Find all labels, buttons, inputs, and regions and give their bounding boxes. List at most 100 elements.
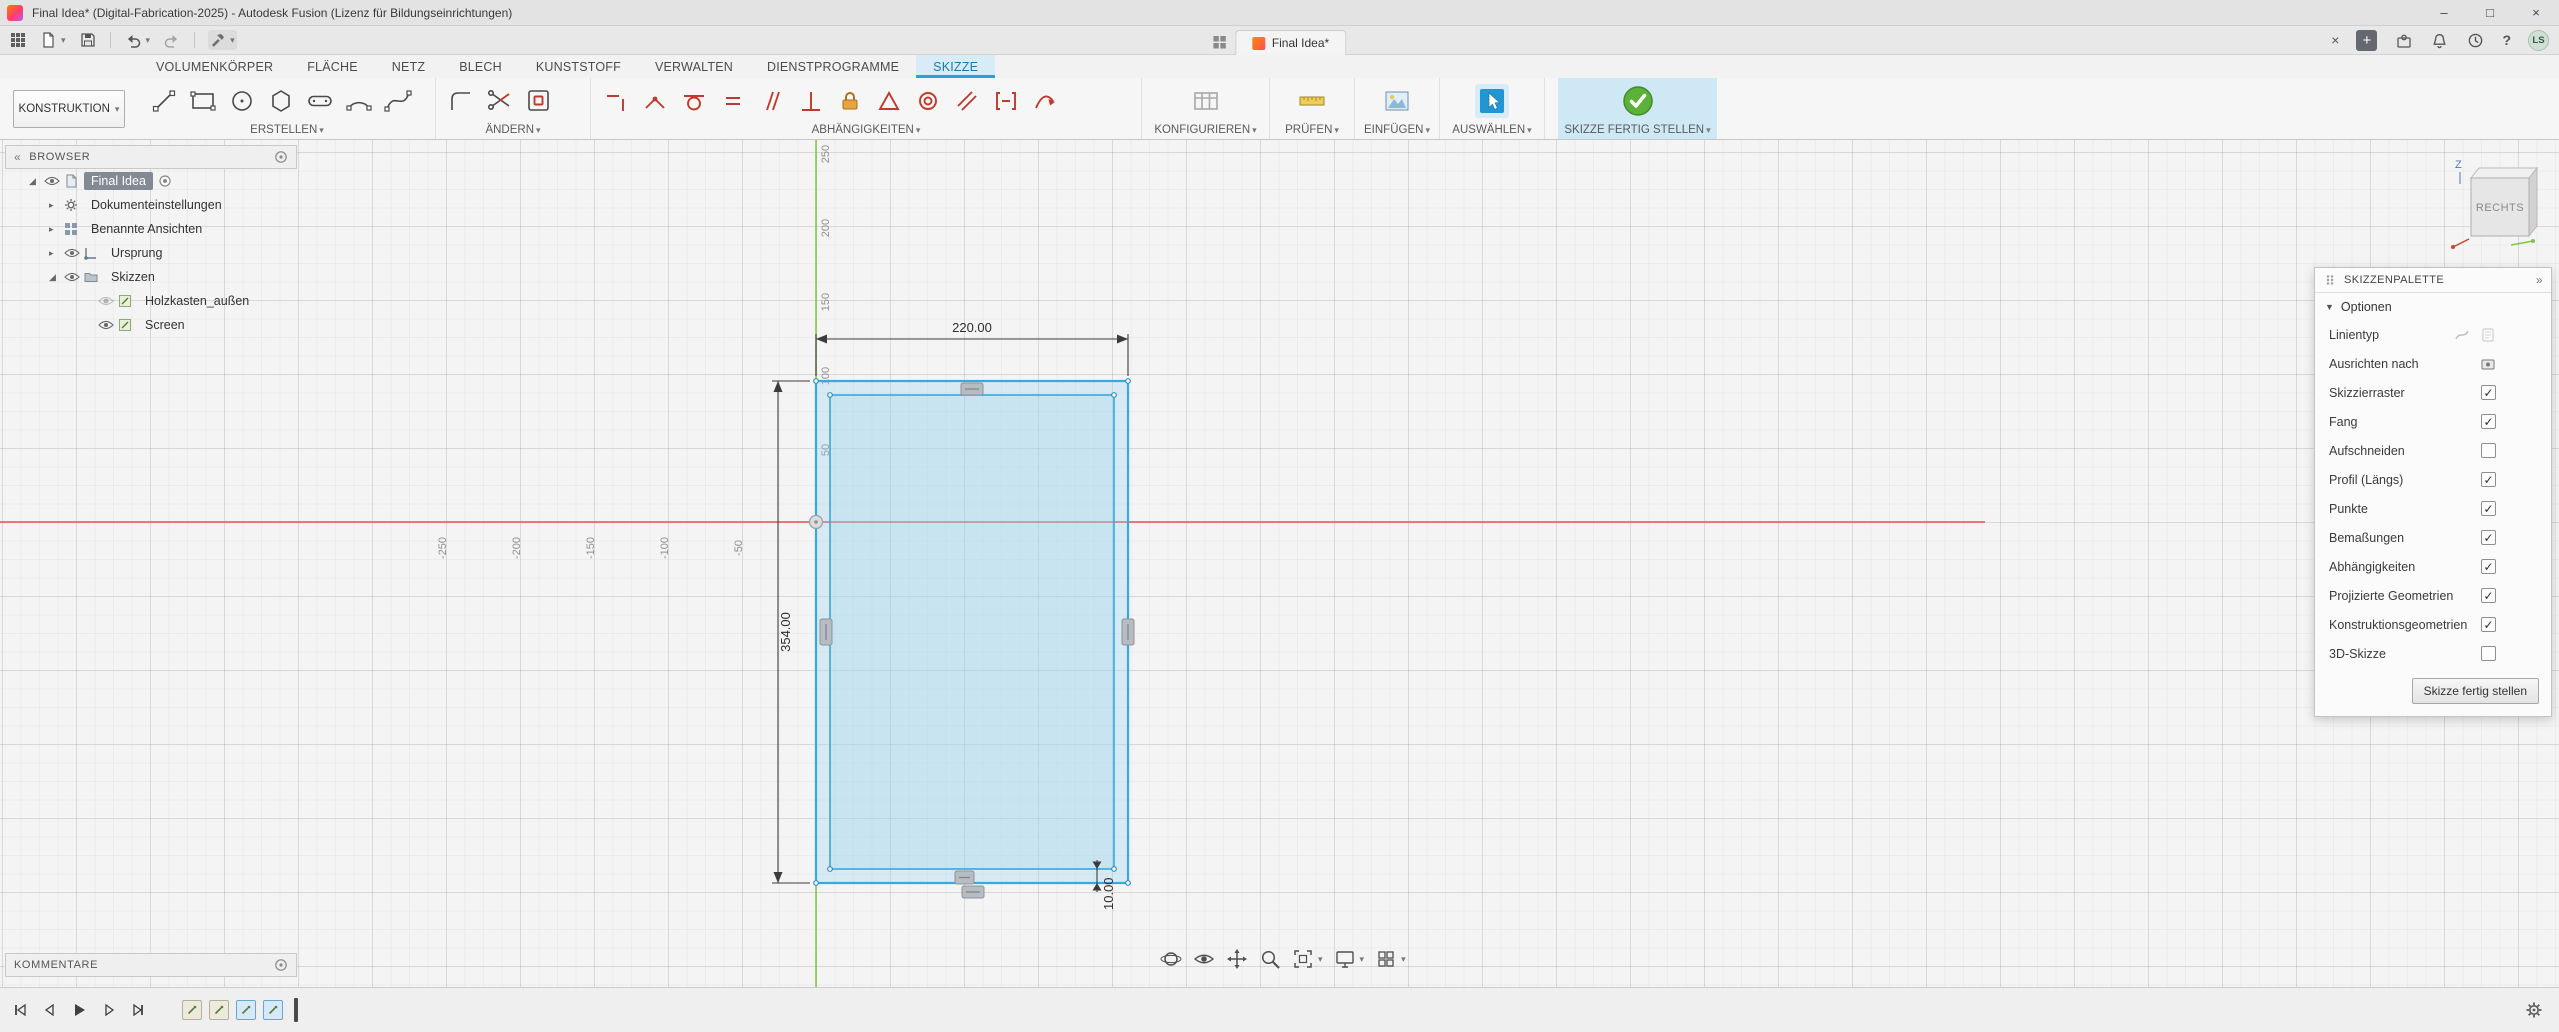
- checkbox-3d-skizze[interactable]: [2481, 646, 2496, 661]
- browser-item-label[interactable]: Skizzen: [104, 268, 162, 286]
- expand-arrow-icon[interactable]: ▸: [49, 200, 64, 211]
- timeline-settings-gear-icon[interactable]: [2525, 1001, 2543, 1019]
- browser-item-final-idea[interactable]: ◢Final Idea: [5, 169, 297, 193]
- configure-table-icon[interactable]: [1189, 84, 1223, 118]
- viewcube-top-face[interactable]: [2471, 168, 2537, 178]
- constraint-tangent-icon[interactable]: [677, 84, 711, 118]
- trim-tool-icon[interactable]: [483, 84, 517, 118]
- checkbox-skizzierraster[interactable]: ✓: [2481, 385, 2496, 400]
- aendern-menu[interactable]: ÄNDERN▾: [436, 124, 590, 136]
- fit-icon[interactable]: ▾: [1292, 948, 1323, 970]
- ribbon-tab-dienstprogramme[interactable]: DIENSTPROGRAMME: [750, 55, 916, 78]
- constraint-curvature-icon[interactable]: [1028, 84, 1062, 118]
- line-tool-icon[interactable]: [147, 84, 181, 118]
- fertig-stellen-menu[interactable]: SKIZZE FERTIG STELLEN▾: [1558, 124, 1717, 136]
- palette-header[interactable]: SKIZZENPALETTE »: [2315, 268, 2551, 293]
- auswaehlen-menu[interactable]: AUSWÄHLEN▾: [1440, 124, 1544, 136]
- ribbon-tab-verwalten[interactable]: VERWALTEN: [638, 55, 750, 78]
- ribbon-tab-blech[interactable]: BLECH: [442, 55, 519, 78]
- file-menu-icon[interactable]: ▾: [39, 31, 66, 49]
- browser-header[interactable]: « BROWSER: [5, 145, 297, 169]
- spline-tool-icon[interactable]: [381, 84, 415, 118]
- dimension-height[interactable]: 354.00: [772, 381, 810, 883]
- circle-tool-icon[interactable]: [225, 84, 259, 118]
- zoom-icon[interactable]: [1259, 948, 1281, 970]
- panel-options-icon[interactable]: [274, 958, 288, 972]
- linetype-page-icon[interactable]: [2480, 327, 2496, 343]
- skip-to-end-icon[interactable]: [130, 1002, 146, 1018]
- visibility-eye-icon[interactable]: [64, 245, 84, 261]
- browser-item-benannte-ansichten[interactable]: ▸Benannte Ansichten: [5, 217, 297, 241]
- data-panel-grid-icon[interactable]: [10, 32, 26, 48]
- constraint-parallel-icon[interactable]: [755, 84, 789, 118]
- canvas-viewport[interactable]: -250-200-150-100-50 25020015010050 220.0…: [0, 140, 2559, 987]
- measure-ruler-icon[interactable]: [1295, 84, 1329, 118]
- constraint-coincident-icon[interactable]: [638, 84, 672, 118]
- browser-item-ursprung[interactable]: ▸Ursprung: [5, 241, 297, 265]
- orbit-icon[interactable]: [1160, 948, 1182, 970]
- checkbox-fang[interactable]: ✓: [2481, 414, 2496, 429]
- ribbon-tab-netz[interactable]: NETZ: [375, 55, 442, 78]
- avatar[interactable]: LS: [2528, 30, 2549, 51]
- insert-image-icon[interactable]: [1380, 84, 1414, 118]
- browser-item-label[interactable]: Holzkasten_außen: [138, 292, 256, 310]
- checkbox-aufschneiden[interactable]: [2481, 443, 2496, 458]
- browser-item-skizzen[interactable]: ◢Skizzen: [5, 265, 297, 289]
- viewcube-side-face[interactable]: [2529, 168, 2537, 236]
- constraint-horizontal-vertical-icon[interactable]: [599, 84, 633, 118]
- abhaengigkeiten-menu[interactable]: ABHÄNGIGKEITEN▾: [591, 124, 1141, 136]
- panel-options-icon[interactable]: [274, 150, 288, 164]
- collapse-arrow-icon[interactable]: ◢: [29, 176, 44, 187]
- close-button[interactable]: ×: [2513, 0, 2559, 25]
- checkbox-bemaßungen[interactable]: ✓: [2481, 530, 2496, 545]
- browser-item-holzkasten-außen[interactable]: Holzkasten_außen: [5, 289, 297, 313]
- visibility-eye-icon[interactable]: [98, 293, 118, 309]
- erstellen-menu[interactable]: ERSTELLEN▾: [139, 124, 435, 136]
- new-tab-button[interactable]: +: [2356, 30, 2377, 51]
- extensions-icon[interactable]: [2394, 31, 2413, 50]
- step-back-icon[interactable]: [41, 1002, 57, 1018]
- ribbon-tab-kunststoff[interactable]: KUNSTSTOFF: [519, 55, 638, 78]
- timeline-marker-sketch-2[interactable]: [209, 1000, 229, 1020]
- maximize-button[interactable]: □: [2467, 0, 2513, 25]
- polygon-tool-icon[interactable]: [264, 84, 298, 118]
- notification-bell-icon[interactable]: [2430, 31, 2449, 50]
- checkbox-abhängigkeiten[interactable]: ✓: [2481, 559, 2496, 574]
- timeline-marker-sketch-1[interactable]: [182, 1000, 202, 1020]
- finish-sketch-button[interactable]: Skizze fertig stellen: [2412, 678, 2539, 704]
- browser-item-label[interactable]: Ursprung: [104, 244, 169, 262]
- timeline-position-marker[interactable]: [294, 998, 298, 1022]
- activate-radio-icon[interactable]: [158, 174, 172, 188]
- ribbon-tab-skizze[interactable]: SKIZZE: [916, 55, 995, 78]
- fillet-tool-icon[interactable]: [444, 84, 478, 118]
- pruefen-menu[interactable]: PRÜFEN▾: [1270, 124, 1354, 136]
- grid-snaps-icon[interactable]: ▾: [1375, 948, 1406, 970]
- select-tool-icon[interactable]: [1475, 84, 1509, 118]
- konfigurieren-menu[interactable]: KONFIGURIEREN▾: [1142, 124, 1269, 136]
- checkbox-konstruktionsgeometrien[interactable]: ✓: [2481, 617, 2496, 632]
- checkbox-projizierte-geometrien[interactable]: ✓: [2481, 588, 2496, 603]
- browser-item-label[interactable]: Benannte Ansichten: [84, 220, 209, 238]
- skip-to-start-icon[interactable]: [12, 1002, 28, 1018]
- tab-switcher-icon[interactable]: [1213, 36, 1226, 49]
- document-tab[interactable]: Final Idea*: [1235, 30, 1346, 55]
- look-at-icon[interactable]: [1193, 948, 1215, 970]
- constraint-midpoint-icon[interactable]: [872, 84, 906, 118]
- step-forward-icon[interactable]: [101, 1002, 117, 1018]
- offset-tool-icon[interactable]: [522, 84, 556, 118]
- constraint-concentric-icon[interactable]: [911, 84, 945, 118]
- konstruktion-dropdown[interactable]: KONSTRUKTION ▾: [13, 90, 125, 128]
- timeline-marker-sketch-active-3[interactable]: [236, 1000, 256, 1020]
- pin-panel-icon[interactable]: »: [2536, 273, 2543, 287]
- close-tab-icon[interactable]: ×: [2331, 32, 2339, 48]
- browser-item-dokumenteinstellungen[interactable]: ▸Dokumenteinstellungen: [5, 193, 297, 217]
- ribbon-tab-fläche[interactable]: FLÄCHE: [290, 55, 375, 78]
- ribbon-tab-volumenkörper[interactable]: VOLUMENKÖRPER: [139, 55, 290, 78]
- constraint-symmetry-icon[interactable]: [989, 84, 1023, 118]
- timeline-marker-sketch-active-4[interactable]: [263, 1000, 283, 1020]
- viewcube[interactable]: Z RECHTS: [2449, 154, 2541, 252]
- save-icon[interactable]: [79, 31, 97, 49]
- linetype-spline-icon[interactable]: [2454, 327, 2470, 343]
- arc-tool-icon[interactable]: [342, 84, 376, 118]
- checkbox-profil-längs[interactable]: ✓: [2481, 472, 2496, 487]
